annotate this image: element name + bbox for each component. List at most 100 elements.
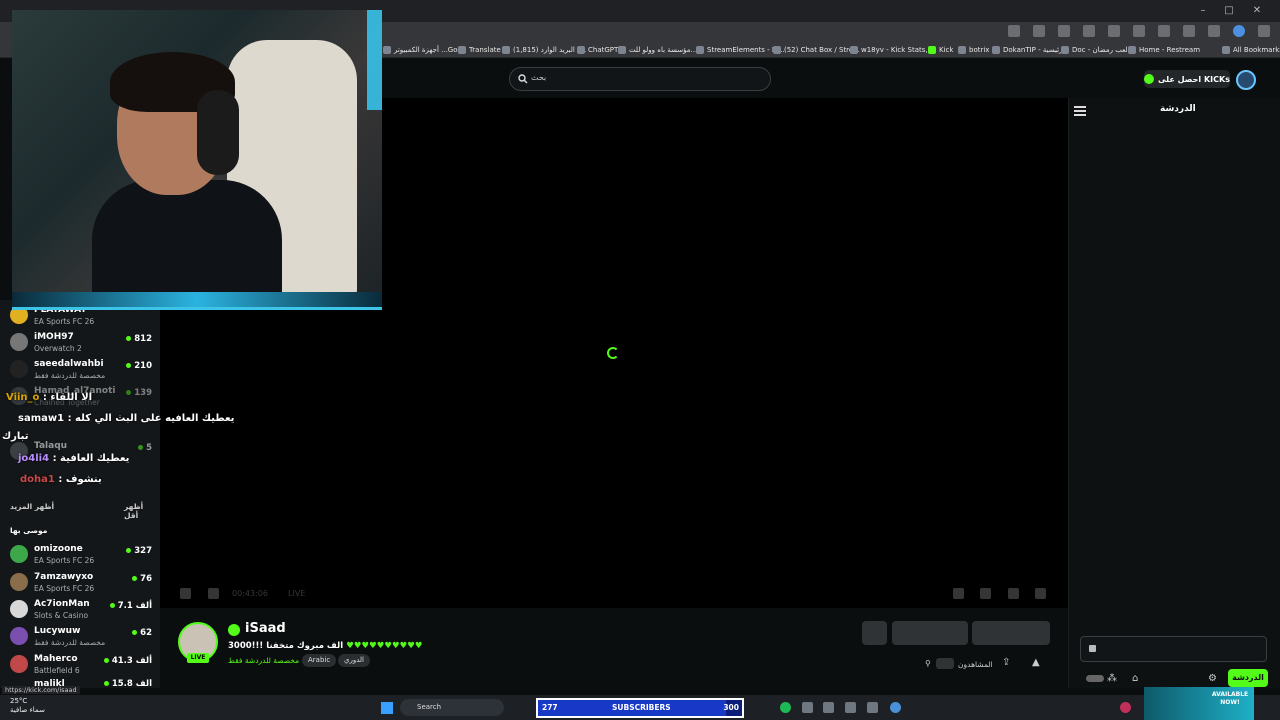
get-kicks-button[interactable]: احصل على KICKs [1144, 70, 1230, 88]
play-icon[interactable] [180, 588, 191, 599]
botrix-icon [958, 46, 966, 54]
bookmark[interactable]: أجهزة الكمبيوتر ...Goo [383, 44, 462, 56]
kick-icon [928, 46, 936, 54]
taskbar-app-icon[interactable] [802, 702, 813, 713]
chat-collapse-icon[interactable] [1074, 106, 1086, 116]
overlay-chat-message: samaw1 : يعطيك العافيه على البث الي كله [18, 413, 235, 424]
translate-icon[interactable] [1008, 25, 1020, 37]
store-icon[interactable]: ⌂ [1132, 673, 1143, 684]
bookmark[interactable]: StreamElements - M... [696, 44, 785, 56]
sidepanel-icon[interactable] [1208, 25, 1220, 37]
taskbar-app-icon[interactable] [1120, 702, 1131, 713]
kick-stats-icon [850, 46, 858, 54]
sidebar-channel[interactable]: Ac7ionMan Slots & Casino 7.1 ألف [10, 598, 152, 624]
taskbar-app-icon[interactable] [867, 702, 878, 713]
loading-spinner-icon [607, 347, 619, 359]
chat-title: الدردشة [1160, 104, 1196, 114]
settings-icon[interactable] [980, 588, 991, 599]
bookmark[interactable]: Home - Restream [1128, 44, 1200, 56]
streamer-name[interactable]: iSaad [245, 621, 286, 636]
bookmark[interactable]: Doc - لعب رمضان [1061, 44, 1128, 56]
tag-chip[interactable]: Arabic [302, 654, 337, 667]
profile-icon[interactable] [1233, 25, 1245, 37]
bookmark[interactable]: مؤسسة باه وولو للت... [618, 44, 697, 56]
star-icon[interactable] [1058, 25, 1070, 37]
bookmark[interactable]: DokanTIP - الرئيسية [992, 44, 1067, 56]
puzzle-icon[interactable] [1158, 25, 1170, 37]
bookmark[interactable]: Translate [458, 44, 501, 56]
player-controls: 00:43:06 LIVE [160, 583, 1068, 605]
chat-input[interactable] [1080, 636, 1267, 662]
show-more-link[interactable]: أظهر المزيد [10, 502, 54, 511]
bookmark[interactable]: botrix [958, 44, 989, 56]
overlay-chat-message: Viin_o : الا اللقاء [6, 392, 93, 403]
bookmark[interactable]: (52) Chat Box / Stre... [773, 44, 860, 56]
clip-icon[interactable] [953, 588, 964, 599]
chat-toggle[interactable] [1086, 675, 1104, 682]
follow-button[interactable] [892, 621, 968, 645]
bookmark[interactable]: w18yv - Kick Stats,... [850, 44, 934, 56]
viewers-label: المشاهدون [958, 660, 993, 669]
bookmark[interactable]: البريد الوارد (1,815) -... [502, 44, 586, 56]
windows-start-icon[interactable] [381, 702, 393, 714]
share-nodes-icon[interactable]: ⁂ [1107, 673, 1118, 684]
extension-icon[interactable] [1108, 25, 1120, 37]
chrome-icon[interactable] [890, 702, 901, 713]
show-less-link[interactable]: أظهر أقل [124, 502, 160, 520]
maximize-icon[interactable]: □ [1222, 4, 1236, 18]
minimize-icon[interactable]: – [1196, 4, 1210, 18]
tag-chip[interactable]: الدوري [338, 654, 370, 667]
bookmark[interactable]: Kick [928, 44, 953, 56]
user-avatar[interactable] [1236, 70, 1256, 90]
send-chat-button[interactable]: الدردشة [1228, 669, 1268, 687]
volume-icon[interactable] [208, 588, 219, 599]
taskbar-search[interactable]: Search [400, 699, 504, 716]
recommended-heading: موصى بها [10, 526, 48, 535]
extension-icon[interactable] [1083, 25, 1095, 37]
sidebar-channel[interactable]: Maherco Battlefield 6 41.3 ألف [10, 653, 152, 679]
avatar [10, 573, 28, 591]
taskbar-app-icon[interactable] [823, 702, 834, 713]
sidebar-channel[interactable]: 7amzawyxo EA Sports FC 26 76 [10, 571, 152, 597]
gear-icon[interactable]: ⚙ [1208, 673, 1219, 684]
warning-icon[interactable]: ▲ [1032, 658, 1042, 668]
bookmark-icon [1061, 46, 1069, 54]
extension-icon[interactable] [1133, 25, 1145, 37]
bookmark-icon [383, 46, 391, 54]
close-window-icon[interactable]: ✕ [1250, 4, 1264, 18]
all-bookmarks[interactable]: All Bookmarks [1222, 44, 1280, 56]
streamelements-icon [696, 46, 704, 54]
notification-button[interactable] [862, 621, 887, 645]
heart-emotes-icon: ♥♥♥♥♥♥♥♥♥♥ [346, 641, 423, 651]
chatgpt-icon [577, 46, 585, 54]
fullscreen-icon[interactable] [1035, 588, 1046, 599]
browser-toolbar-icons [1008, 25, 1270, 37]
bookmark[interactable]: ChatGPT [577, 44, 618, 56]
share-icon[interactable]: ⇪ [1002, 658, 1012, 668]
sidebar-channel[interactable]: omizoone EA Sports FC 26 327 [10, 543, 152, 569]
streamer-body-shape [92, 180, 282, 307]
stream-category[interactable]: مخصصة للدردشة فقط [228, 656, 299, 665]
sidebar-channel[interactable]: Lucywuw مخصصة للدردشة فقط 62 [10, 625, 152, 651]
promo-banner: AVAILABLE NOW! [1144, 687, 1254, 720]
download-icon[interactable] [1183, 25, 1195, 37]
viewer-count [936, 658, 954, 669]
translate-icon [458, 46, 466, 54]
avatar [10, 360, 28, 378]
weather-widget[interactable]: 25°C سماء صافية [10, 697, 45, 715]
bookmark-icon [773, 46, 781, 54]
zoom-icon[interactable] [1033, 25, 1045, 37]
subscribe-button[interactable] [972, 621, 1050, 645]
taskbar-app-icon[interactable] [845, 702, 856, 713]
sidebar-channel[interactable]: iMOH97 Overwatch 2 812 [10, 331, 152, 357]
sidebar-channel[interactable]: saeedalwahbi مخصصة للدردشة فقط 210 [10, 358, 152, 384]
theater-mode-icon[interactable] [1008, 588, 1019, 599]
overlay-chat-message: تبارك [2, 431, 29, 442]
overlay-chat-message: doha1 : بنشوف [20, 474, 102, 485]
bookmark-icon [618, 46, 626, 54]
kebab-menu-icon[interactable] [1258, 25, 1270, 37]
search-input[interactable]: بحث [509, 67, 771, 91]
overlay-logo [367, 10, 382, 110]
avatar [10, 600, 28, 618]
spotify-icon[interactable] [780, 702, 791, 713]
